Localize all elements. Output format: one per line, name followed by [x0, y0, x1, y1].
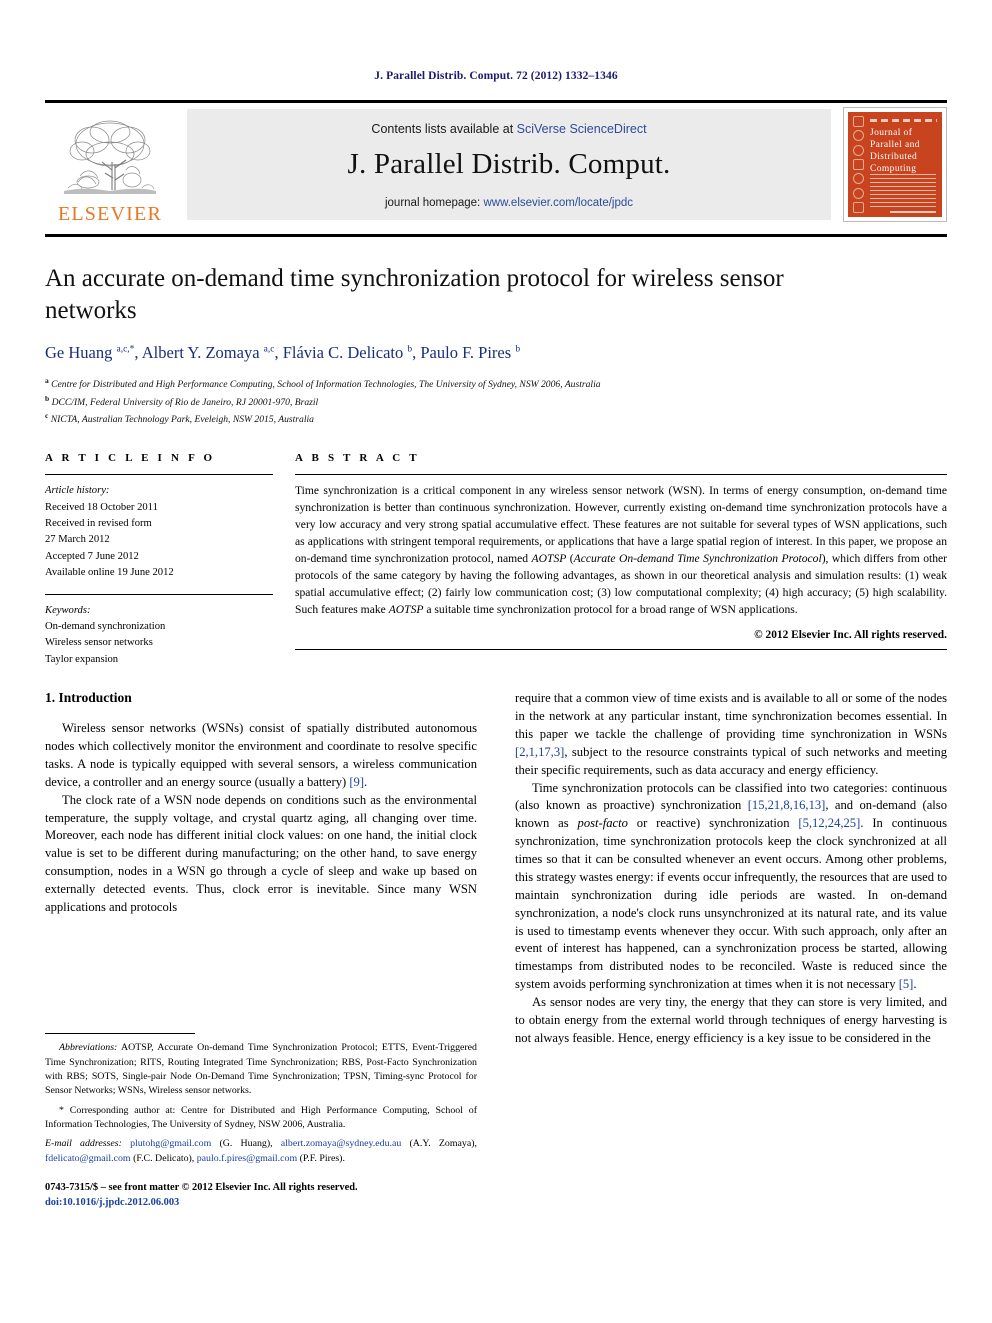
footnote-corresponding-author: * Corresponding author at: Centre for Di…: [45, 1104, 477, 1130]
citation-link[interactable]: [5,12,24,25]: [798, 816, 860, 830]
article-info-rule: [45, 474, 273, 476]
abstract-heading: A B S T R A C T: [295, 452, 420, 465]
journal-masthead: ELSEVIER Contents lists available at Sci…: [45, 100, 947, 228]
cover-leaf-icon: [853, 130, 864, 142]
footnote-emails: E-mail addresses: plutohg@gmail.com (G. …: [45, 1137, 477, 1166]
body-right-column: require that a common view of time exist…: [515, 690, 947, 1210]
article-info-heading: A R T I C L E I N F O: [45, 452, 216, 465]
contents-lists-prefix: Contents lists available at: [371, 122, 517, 136]
history-line: 27 March 2012: [45, 534, 110, 546]
citation-link[interactable]: [2,1,17,3]: [515, 745, 564, 759]
issn-copyright-line: 0743-7315/$ – see front matter © 2012 El…: [45, 1180, 477, 1210]
affiliation: c NICTA, Australian Technology Park, Eve…: [45, 411, 314, 426]
email-link[interactable]: fdelicato@gmail.com: [45, 1153, 131, 1164]
section-heading-introduction: 1. Introduction: [45, 690, 132, 706]
footnote-area: Abbreviations: AOTSP, Accurate On-demand…: [45, 1033, 477, 1210]
footnote-rule: [45, 1033, 195, 1035]
email-owner: (A.Y. Zomaya),: [401, 1138, 477, 1150]
running-head: J. Parallel Distrib. Comput. 72 (2012) 1…: [374, 70, 618, 82]
email-owner: (P.F. Pires).: [297, 1152, 345, 1164]
history-line: Received in revised form: [45, 517, 152, 529]
paragraph-left-1: Wireless sensor networks (WSNs) consist …: [45, 721, 477, 789]
cover-contents-lines: [870, 174, 936, 207]
article-info-column: A R T I C L E I N F O Article history: R…: [45, 452, 295, 668]
email-owner: (G. Huang),: [211, 1138, 273, 1150]
keywords: Keywords: On-demand synchronization Wirel…: [45, 603, 273, 669]
keywords-rule: [45, 593, 273, 595]
affiliation: a Centre for Distributed and High Perfor…: [45, 376, 601, 391]
article-history-label: Article history:: [45, 485, 110, 497]
keywords-label: Keywords:: [45, 604, 91, 616]
keywords-lines: On-demand synchronization Wireless sensor…: [45, 619, 273, 668]
journal-homepage-link[interactable]: www.elsevier.com/locate/jpdc: [483, 197, 633, 209]
cover-chart-icon: [853, 201, 864, 213]
cover-footer-mark: [890, 211, 936, 213]
cover-gear-icon: [853, 187, 864, 199]
cover-title-text: Journal of Parallel and Distributed Comp…: [870, 128, 920, 175]
paragraph-right-1: require that a common view of time exist…: [515, 691, 947, 777]
abstract-column: A B S T R A C T Time synchronization is …: [295, 452, 947, 668]
cover-logo-icon: [853, 116, 864, 127]
page-title: An accurate on-demand time synchronizati…: [45, 265, 784, 324]
email-link[interactable]: paulo.f.pires@gmail.com: [197, 1153, 297, 1164]
citation-link[interactable]: [5]: [899, 977, 914, 991]
affiliation-list: a Centre for Distributed and High Perfor…: [45, 375, 947, 428]
paragraph-right-3: As sensor nodes are very tiny, the energ…: [515, 995, 947, 1045]
cover-icon-strip: [851, 116, 866, 213]
paragraph-left-2: The clock rate of a WSN node depends on …: [45, 792, 477, 914]
sciencedirect-link[interactable]: SciVerse ScienceDirect: [517, 122, 647, 136]
journal-cover-art: Journal of Parallel and Distributed Comp…: [848, 112, 942, 217]
journal-cover-thumbnail: Journal of Parallel and Distributed Comp…: [843, 107, 947, 222]
paper-page: J. Parallel Distrib. Comput. 72 (2012) 1…: [0, 0, 992, 1323]
journal-homepage-line: journal homepage: www.elsevier.com/locat…: [385, 197, 633, 209]
cover-grid-icon: [853, 158, 864, 170]
keyword: Wireless sensor networks: [45, 637, 153, 649]
abstract-copyright: © 2012 Elsevier Inc. All rights reserved…: [754, 628, 947, 641]
email-addresses-label: E-mail addresses:: [45, 1138, 122, 1150]
masthead-bottom-rule: [45, 234, 947, 237]
keyword: On-demand synchronization: [45, 621, 166, 632]
email-link[interactable]: albert.zomaya@sydney.edu.au: [281, 1138, 402, 1149]
history-line: Accepted 7 June 2012: [45, 550, 139, 562]
title-block: An accurate on-demand time synchronizati…: [45, 263, 947, 428]
body-left-column: 1. Introduction Wireless sensor networks…: [45, 690, 477, 1210]
history-line: Received 18 October 2011: [45, 501, 158, 513]
citation-link[interactable]: [9]: [349, 775, 364, 789]
abstract-text: Time synchronization is a critical compo…: [295, 484, 948, 616]
journal-title: J. Parallel Distrib. Comput.: [347, 148, 671, 180]
article-history: Article history: Received 18 October 201…: [45, 483, 273, 581]
footnote-abbreviations: Abbreviations: AOTSP, Accurate On-demand…: [45, 1041, 477, 1098]
email-owner: (F.C. Delicato),: [130, 1152, 195, 1164]
homepage-prefix: journal homepage:: [384, 197, 484, 209]
citation-link[interactable]: [15,21,8,16,13]: [748, 798, 826, 812]
abstract-rule: [295, 474, 947, 476]
elsevier-wordmark: ELSEVIER: [57, 203, 163, 225]
issn-text: 0743-7315/$ – see front matter © 2012 El…: [45, 1182, 358, 1194]
paragraph-right-2: Time synchronization protocols can be cl…: [515, 780, 947, 992]
journal-banner: Contents lists available at SciVerse Sci…: [187, 109, 831, 220]
body-columns: 1. Introduction Wireless sensor networks…: [45, 690, 947, 1210]
abstract-bottom-rule: [295, 648, 947, 650]
keyword: Taylor expansion: [45, 653, 119, 665]
cover-network-icon: [853, 173, 864, 185]
contents-lists-line: Contents lists available at SciVerse Sci…: [371, 122, 646, 136]
affiliation: b DCC/IM, Federal University of Rio de J…: [45, 393, 319, 408]
article-history-lines: Received 18 October 2011 Received in revi…: [45, 500, 273, 582]
email-link[interactable]: plutohg@gmail.com: [130, 1138, 211, 1149]
info-abstract-block: A R T I C L E I N F O Article history: R…: [45, 452, 947, 668]
abbreviations-label: Abbreviations:: [59, 1042, 118, 1054]
author-list: Ge Huang a,c,*, Albert Y. Zomaya a,c, Fl…: [45, 343, 521, 362]
elsevier-tree-icon: [64, 120, 156, 194]
history-line: Available online 19 June 2012: [45, 567, 174, 579]
doi-link[interactable]: doi:10.1016/j.jpdc.2012.06.003: [45, 1195, 477, 1210]
elsevier-logo: ELSEVIER: [45, 103, 175, 228]
cover-top-rule: [870, 119, 937, 122]
cover-circle-icon: [853, 144, 864, 156]
